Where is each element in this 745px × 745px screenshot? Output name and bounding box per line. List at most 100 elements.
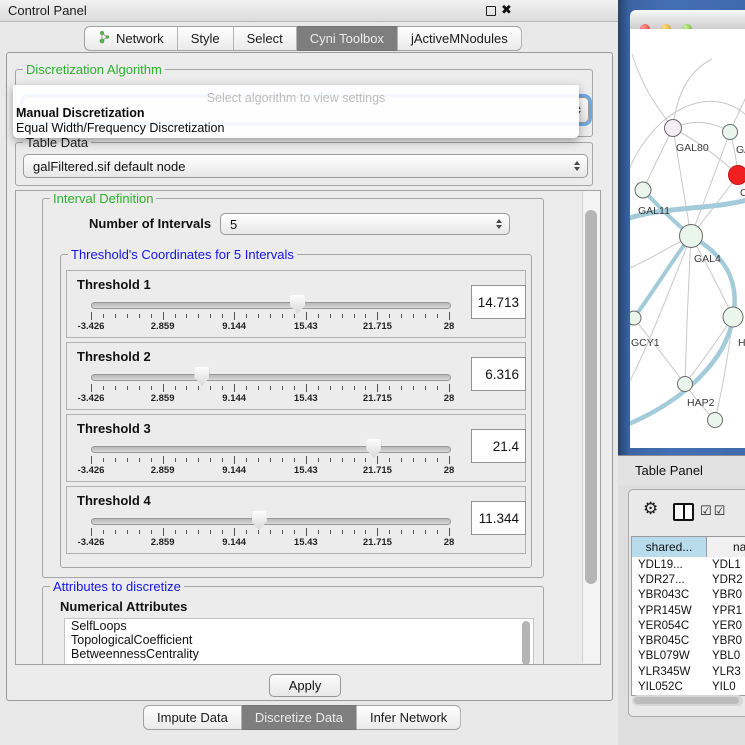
numerical-attributes-list: SelfLoops TopologicalCoefficient Between…	[64, 618, 534, 665]
table-data-select[interactable]: galFiltered.sif default node	[23, 154, 588, 178]
table-row[interactable]: YPR145WYPR1	[632, 603, 745, 618]
column-header-name[interactable]: na	[707, 537, 745, 557]
network-node[interactable]	[630, 311, 641, 325]
cell-name: YPR1	[707, 605, 745, 617]
threshold-4-value-field[interactable]: 11.344	[471, 501, 526, 535]
network-node[interactable]	[635, 182, 651, 198]
cell-name: YBR0	[707, 589, 745, 601]
network-window-titlebar	[630, 10, 745, 30]
bottom-tab-bar: Impute Data Discretize Data Infer Networ…	[143, 705, 461, 730]
tick-label: 9.144	[222, 465, 246, 476]
tab-label: Network	[116, 31, 164, 46]
cell-shared-name: YER054C	[632, 620, 707, 632]
cell-shared-name: YDR27...	[632, 574, 707, 586]
network-node-label: GAL80	[676, 142, 709, 154]
network-node[interactable]	[723, 125, 738, 140]
tab-impute-data[interactable]: Impute Data	[143, 705, 242, 730]
combo-stepper-icon	[496, 219, 502, 229]
threshold-3-slider[interactable]	[91, 446, 451, 453]
network-node-label: H	[738, 337, 745, 349]
tab-network[interactable]: Network	[84, 26, 178, 51]
threshold-2-label: Threshold 2	[77, 349, 151, 364]
threshold-3-value-field[interactable]: 21.4	[471, 429, 526, 463]
numerical-attributes-label: Numerical Attributes	[60, 599, 187, 614]
attributes-group-label: Attributes to discretize	[50, 580, 184, 593]
cyni-toolbox-panel: Discretization Algorithm Table Data galF…	[6, 52, 613, 701]
cell-shared-name: YBR045C	[632, 635, 707, 647]
table-row[interactable]: YDL19...YDL1	[632, 557, 745, 572]
control-panel-window: Control Panel ✖ Network Style Select Cyn…	[0, 0, 618, 745]
tick-label: -3.426	[78, 537, 105, 548]
tick-label: 15.43	[294, 321, 318, 332]
list-scrollbar[interactable]	[522, 621, 530, 665]
tick-label: 28	[444, 537, 455, 548]
network-node[interactable]	[678, 377, 693, 392]
popup-option-equal-width-frequency[interactable]: Equal Width/Frequency Discretization	[16, 121, 224, 135]
network-node-label: GAL4	[694, 253, 721, 265]
network-node[interactable]	[708, 413, 723, 428]
threshold-1-value-field[interactable]: 14.713	[471, 285, 526, 319]
threshold-1-label: Threshold 1	[77, 277, 151, 292]
tab-discretize-data[interactable]: Discretize Data	[242, 705, 357, 730]
network-node[interactable]	[665, 120, 682, 137]
network-node[interactable]	[729, 166, 745, 185]
column-header-shared[interactable]: shared...	[632, 537, 707, 557]
cell-shared-name: YDL19...	[632, 559, 707, 571]
tick-label: -3.426	[78, 465, 105, 476]
number-of-intervals-select[interactable]: 5	[220, 213, 510, 235]
tick-label: 2.859	[151, 393, 175, 404]
thresholds-group-label: Threshold's Coordinates for 5 Intervals	[68, 248, 297, 261]
settings-scroll-pane: Interval Definition Number of Intervals …	[15, 190, 601, 665]
threshold-2-slider[interactable]	[91, 374, 451, 381]
table-row[interactable]: YLR345WYLR3	[632, 664, 745, 679]
control-panel-titlebar: Control Panel ✖	[0, 0, 618, 22]
network-node[interactable]	[723, 307, 743, 327]
list-item[interactable]: BetweennessCentrality	[65, 647, 533, 661]
network-node[interactable]	[680, 225, 703, 248]
tick-label: 9.144	[222, 537, 246, 548]
table-hscrollbar-thumb[interactable]	[634, 697, 739, 704]
table-row[interactable]: YDR27...YDR2	[632, 572, 745, 587]
threshold-3-panel: Threshold 3 21.4 -3.4262.8599.14415.4321…	[66, 414, 526, 482]
network-canvas[interactable]: GAL80GACGAL11GAL4GCY1HHAP2	[630, 29, 745, 448]
tick-label: 21.715	[363, 393, 392, 404]
threshold-1-slider[interactable]	[91, 302, 451, 309]
table-header-row: shared... na	[632, 537, 745, 558]
close-icon[interactable]: ✖	[501, 2, 512, 18]
table-row[interactable]: YIL052CYIL0	[632, 679, 745, 690]
vertical-scrollbar-thumb[interactable]	[585, 210, 597, 584]
threshold-2-value-field[interactable]: 6.316	[471, 357, 526, 391]
cell-name: YBR0	[707, 635, 745, 647]
table-row[interactable]: YER054CYER0	[632, 618, 745, 633]
network-node-label: GA	[736, 144, 745, 156]
table-panel-title: Table Panel	[635, 463, 703, 478]
table-panel-header: Table Panel	[618, 455, 745, 485]
column-view-icon[interactable]	[673, 503, 694, 521]
tab-cyni-toolbox[interactable]: Cyni Toolbox	[297, 26, 398, 51]
window-title: Control Panel	[8, 3, 87, 18]
threshold-4-slider[interactable]	[91, 518, 451, 525]
slider-ticks	[91, 456, 449, 466]
tab-style[interactable]: Style	[178, 26, 234, 51]
tick-label: 21.715	[363, 465, 392, 476]
tick-label: 15.43	[294, 537, 318, 548]
vertical-scrollbar-track[interactable]	[582, 191, 600, 663]
tick-label: -3.426	[78, 393, 105, 404]
tab-select[interactable]: Select	[234, 26, 297, 51]
float-window-icon[interactable]	[486, 6, 496, 16]
cell-shared-name: YBL079W	[632, 650, 707, 662]
apply-button[interactable]: Apply	[269, 674, 341, 697]
tab-jactivemnodules[interactable]: jActiveMNodules	[398, 26, 522, 51]
table-row[interactable]: YBR045CYBR0	[632, 633, 745, 648]
gear-icon[interactable]: ⚙	[643, 499, 658, 519]
checkbox-columns-icon[interactable]: ☑☑	[700, 503, 727, 519]
tab-infer-network[interactable]: Infer Network	[357, 705, 461, 730]
popup-option-manual-discretization[interactable]: Manual Discretization	[16, 106, 145, 120]
table-row[interactable]: YBL079WYBL0	[632, 649, 745, 664]
list-item[interactable]: TopologicalCoefficient	[65, 633, 533, 647]
table-hscrollbar-track[interactable]	[632, 695, 743, 706]
network-graph-icon	[98, 30, 111, 47]
tick-label: -3.426	[78, 321, 105, 332]
list-item[interactable]: SelfLoops	[65, 619, 533, 633]
table-row[interactable]: YBR043CYBR0	[632, 588, 745, 603]
